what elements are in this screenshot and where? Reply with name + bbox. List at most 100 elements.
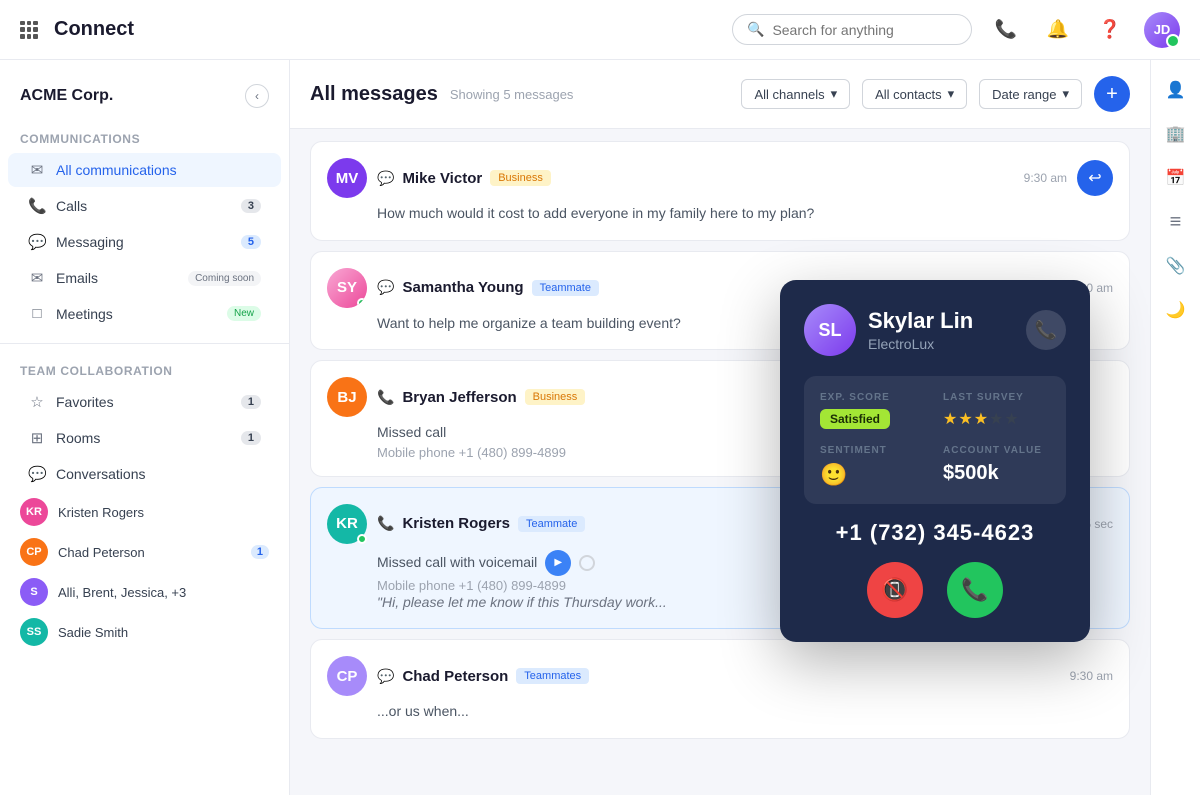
conv-avatar-chad: CP — [20, 538, 48, 566]
sidebar-item-conversations[interactable]: 💬 Conversations — [8, 457, 281, 491]
msg-tag-bryan: Business — [525, 389, 586, 405]
msg-channel-icon-bryan: 📞 — [377, 389, 394, 406]
account-value: $500k — [943, 462, 1050, 485]
right-icon-list[interactable]: ≡ — [1158, 204, 1194, 240]
msg-channel-icon-kristen: 📞 — [377, 515, 394, 532]
sentiment-section: SENTIMENT 🙂 — [820, 445, 927, 488]
call-avatar: SL — [804, 304, 856, 356]
msg-tag-chad: Teammates — [516, 668, 589, 684]
main-layout: ACME Corp. ‹ Communications ✉ All commun… — [0, 60, 1200, 795]
conv-name-group: Alli, Brent, Jessica, +3 — [58, 585, 269, 600]
msg-name-row-mike: 💬 Mike Victor Business 9:30 am — [377, 170, 1067, 187]
call-overlay-card: SL Skylar Lin ElectroLux 📞 EXP. SCORE Sa… — [780, 280, 1090, 642]
collapse-sidebar-button[interactable]: ‹ — [245, 84, 269, 108]
date-filter-label: Date range — [992, 87, 1056, 102]
favorites-icon: ☆ — [28, 393, 46, 411]
survey-stars: ★★★★★ — [943, 409, 1050, 429]
msg-tag-mike: Business — [490, 170, 551, 186]
new-badge: New — [227, 306, 261, 321]
bell-icon[interactable]: 🔔 — [1040, 12, 1076, 48]
company-name: ACME Corp. — [20, 87, 113, 105]
conv-kristen[interactable]: KR Kristen Rogers — [0, 492, 289, 532]
calls-icon: 📞 — [28, 197, 46, 215]
sidebar-item-all-communications[interactable]: ✉ All communications — [8, 153, 281, 187]
msg-name-chad: Chad Peterson — [402, 668, 508, 685]
call-phone-top-icon[interactable]: 📞 — [1026, 310, 1066, 350]
sidebar-item-favorites[interactable]: ☆ Favorites 1 — [8, 385, 281, 419]
messaging-icon: 💬 — [28, 233, 46, 251]
decline-call-button[interactable]: 📵 — [867, 562, 923, 618]
msg-time-chad: 9:30 am — [1070, 669, 1113, 683]
coming-soon-badge: Coming soon — [188, 271, 261, 286]
team-section-title: Team collaboration — [0, 356, 289, 384]
contacts-filter-button[interactable]: All contacts ▾ — [862, 79, 967, 109]
sidebar-messaging-label: Messaging — [56, 234, 231, 250]
grid-icon — [20, 21, 38, 39]
sidebar-item-calls[interactable]: 📞 Calls 3 — [8, 189, 281, 223]
msg-name-bryan: Bryan Jefferson — [402, 389, 516, 406]
search-bar[interactable]: 🔍 — [732, 14, 972, 45]
conv-chad[interactable]: CP Chad Peterson 1 — [0, 532, 289, 572]
conv-avatar-kristen: KR — [20, 498, 48, 526]
meetings-icon: □ — [28, 305, 46, 322]
msg-info-mike: 💬 Mike Victor Business 9:30 am — [377, 170, 1067, 187]
sidebar-emails-label: Emails — [56, 270, 178, 286]
messages-title: All messages — [310, 83, 438, 106]
reply-button-mike[interactable]: ↩ — [1077, 160, 1113, 196]
add-message-button[interactable]: + — [1094, 76, 1130, 112]
user-avatar[interactable]: JD — [1144, 12, 1180, 48]
phone-nav-icon[interactable]: 📞 — [988, 12, 1024, 48]
conversations-icon: 💬 — [28, 465, 46, 483]
right-icon-moon[interactable]: 🌙 — [1158, 292, 1194, 328]
msg-name-row-chad: 💬 Chad Peterson Teammates 9:30 am — [377, 668, 1113, 685]
voicemail-progress — [579, 555, 595, 571]
sidebar-item-emails[interactable]: ✉ Emails Coming soon — [8, 261, 281, 295]
account-value-section: ACCOUNT VALUE $500k — [943, 445, 1050, 488]
message-card-mike-victor[interactable]: MV 💬 Mike Victor Business 9:30 am ↩ How … — [310, 141, 1130, 241]
right-icon-calendar[interactable]: 📅 — [1158, 160, 1194, 196]
help-icon[interactable]: ❓ — [1092, 12, 1128, 48]
company-section: ACME Corp. ‹ — [0, 76, 289, 124]
sidebar-conversations-label: Conversations — [56, 466, 261, 482]
rooms-badge: 1 — [241, 431, 261, 445]
sidebar-item-messaging[interactable]: 💬 Messaging 5 — [8, 225, 281, 259]
conv-group[interactable]: S Alli, Brent, Jessica, +3 — [0, 572, 289, 612]
accept-call-button[interactable]: 📞 — [947, 562, 1003, 618]
communications-section-title: Communications — [0, 124, 289, 152]
date-chevron-icon: ▾ — [1062, 86, 1069, 102]
msg-tag-kristen: Teammate — [518, 516, 585, 532]
emails-icon: ✉ — [28, 269, 46, 287]
account-value-label: ACCOUNT VALUE — [943, 445, 1050, 456]
sentiment-emoji: 🙂 — [820, 462, 927, 488]
channels-filter-button[interactable]: All channels ▾ — [741, 79, 850, 109]
sidebar-item-meetings[interactable]: □ Meetings New — [8, 297, 281, 330]
call-contact-name: Skylar Lin — [868, 308, 973, 334]
search-input[interactable] — [772, 22, 957, 38]
sidebar-item-rooms[interactable]: ⊞ Rooms 1 — [8, 421, 281, 455]
msg-avatar-mike: MV — [327, 158, 367, 198]
msg-tag-samantha: Teammate — [532, 280, 599, 296]
right-icon-paperclip[interactable]: 📎 — [1158, 248, 1194, 284]
msg-time-mike: 9:30 am — [1024, 171, 1067, 185]
sidebar-all-comm-label: All communications — [56, 162, 261, 178]
msg-channel-icon-samantha: 💬 — [377, 279, 394, 296]
conv-sadie[interactable]: SS Sadie Smith — [0, 612, 289, 652]
msg-text-kristen: Missed call with voicemail — [377, 553, 537, 573]
right-icon-person[interactable]: 👤 — [1158, 72, 1194, 108]
right-sidebar: 👤 🏢 📅 ≡ 📎 🌙 — [1150, 60, 1200, 795]
exp-score-label: EXP. SCORE — [820, 392, 927, 403]
msg-avatar-kristen: KR — [327, 504, 367, 544]
sentiment-label: SENTIMENT — [820, 445, 927, 456]
sidebar-rooms-label: Rooms — [56, 430, 231, 446]
rooms-icon: ⊞ — [28, 429, 46, 447]
call-company: ElectroLux — [868, 336, 973, 352]
nav-icons: 📞 🔔 ❓ JD — [988, 12, 1180, 48]
msg-avatar-chad: CP — [327, 656, 367, 696]
right-icon-building[interactable]: 🏢 — [1158, 116, 1194, 152]
message-card-chad[interactable]: CP 💬 Chad Peterson Teammates 9:30 am ...… — [310, 639, 1130, 739]
sidebar-meetings-label: Meetings — [56, 306, 217, 322]
msg-info-chad: 💬 Chad Peterson Teammates 9:30 am — [377, 668, 1113, 685]
date-filter-button[interactable]: Date range ▾ — [979, 79, 1082, 109]
conv-badge-chad: 1 — [251, 545, 269, 559]
play-voicemail-button[interactable]: ▶ — [545, 550, 571, 576]
